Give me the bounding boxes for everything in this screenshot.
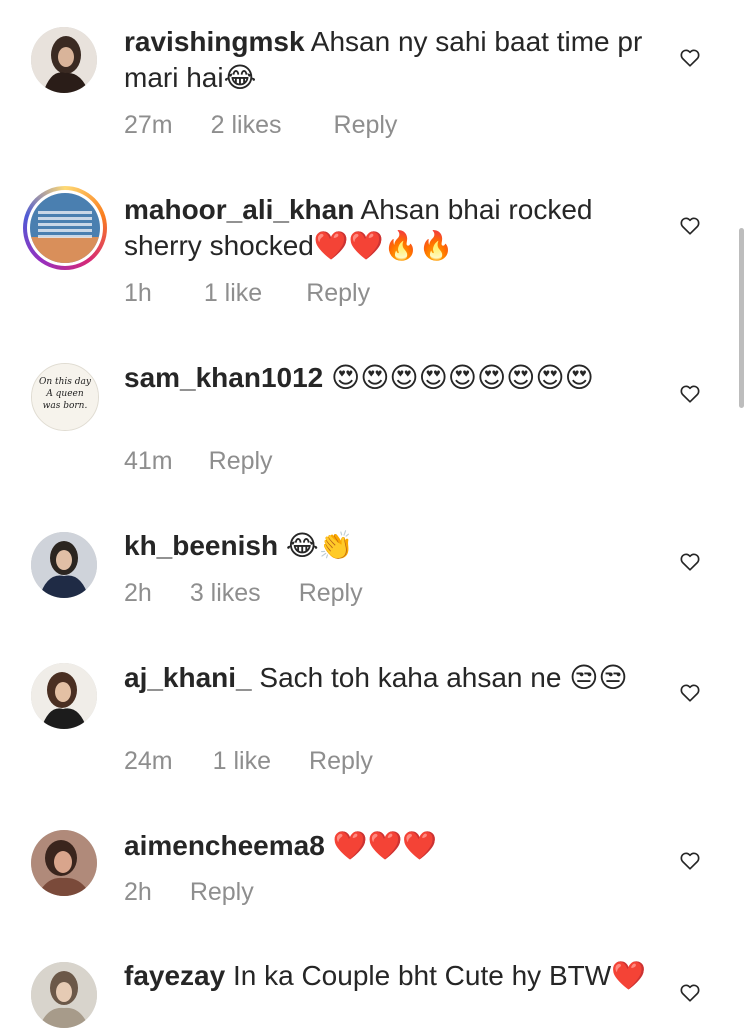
comment-username[interactable]: aj_khani_ [124, 662, 252, 693]
comment-meta: 41m Reply [124, 447, 273, 476]
comment-emoji: ❤️ [611, 959, 647, 992]
comment-time: 41m [124, 447, 173, 475]
heart-outline-icon[interactable] [679, 850, 701, 872]
comment-emoji: 😍😍😍😍😍😍😍😍😍 [331, 361, 594, 394]
comment-emoji: 😒😒 [569, 661, 628, 694]
reply-button[interactable]: Reply [209, 447, 273, 476]
comment-text: kh_beenish 😂👏 [124, 528, 664, 564]
comment-text: sam_khan1012 😍😍😍😍😍😍😍😍😍 [124, 360, 664, 396]
reply-button[interactable]: Reply [306, 279, 370, 308]
avatar[interactable] [31, 532, 97, 598]
comment-body [323, 362, 331, 393]
avatar[interactable] [23, 186, 107, 270]
reply-button[interactable]: Reply [190, 878, 254, 907]
comment-text: mahoor_ali_khan Ahsan bhai rocked sherry… [124, 192, 664, 264]
avatar[interactable] [31, 962, 97, 1028]
comment-text: aj_khani_ Sach toh kaha ahsan ne 😒😒 [124, 660, 664, 696]
avatar[interactable] [31, 830, 97, 896]
heart-outline-icon[interactable] [679, 551, 701, 573]
comment-body [278, 530, 286, 561]
comment-meta: 2h Reply [124, 878, 254, 907]
comment-time: 2h [124, 878, 152, 906]
comment-emoji: 😂 [223, 61, 257, 94]
heart-outline-icon[interactable] [679, 682, 701, 704]
heart-outline-icon[interactable] [679, 215, 701, 237]
reply-button[interactable]: Reply [309, 747, 373, 776]
comment-time: 1h [124, 279, 152, 307]
avatar-text: On this day [39, 377, 92, 387]
comment-text: aimencheema8 ❤️❤️❤️ [124, 828, 664, 864]
comment-likes[interactable]: 3 likes [190, 579, 261, 608]
comment-emoji: 😂👏 [285, 529, 354, 562]
comment-likes[interactable]: 2 likes [211, 111, 282, 140]
comment-meta: 24m 1 like Reply [124, 747, 373, 776]
comment-body: Sach toh kaha ahsan ne [251, 662, 570, 693]
reply-button[interactable]: Reply [299, 579, 363, 608]
avatar[interactable] [31, 27, 97, 93]
comment-time: 24m [124, 747, 173, 775]
comment-time: 2h [124, 579, 152, 607]
heart-outline-icon[interactable] [679, 383, 701, 405]
comment-body [325, 830, 333, 861]
comment-username[interactable]: aimencheema8 [124, 830, 325, 861]
comment-body: In ka Couple bht Cute hy BTW [225, 960, 612, 991]
avatar-text: was born. [43, 401, 88, 411]
avatar-text: A queen [45, 389, 84, 399]
comment-text: ravishingmsk Ahsan ny sahi baat time pr … [124, 24, 664, 96]
comment-username[interactable]: fayezay [124, 960, 225, 991]
comment-emoji: ❤️❤️❤️ [332, 829, 438, 862]
comment-username[interactable]: sam_khan1012 [124, 362, 323, 393]
comment-meta: 1h 1 like Reply [124, 279, 370, 308]
comment-emoji: ❤️❤️🔥🔥 [313, 229, 454, 262]
reply-button[interactable]: Reply [334, 111, 398, 140]
comment-text: fayezay In ka Couple bht Cute hy BTW❤️ [124, 958, 664, 994]
comment-meta: 27m 2 likes Reply [124, 111, 397, 140]
comment-username[interactable]: ravishingmsk [124, 26, 305, 57]
heart-outline-icon[interactable] [679, 982, 701, 1004]
comment-likes[interactable]: 1 like [204, 279, 262, 308]
comment-likes[interactable]: 1 like [213, 747, 271, 776]
scrollbar[interactable] [739, 228, 744, 408]
avatar[interactable]: On this day A queen was born. [31, 363, 99, 431]
heart-outline-icon[interactable] [679, 47, 701, 69]
comment-username[interactable]: mahoor_ali_khan [124, 194, 354, 225]
avatar[interactable] [31, 663, 97, 729]
comment-time: 27m [124, 111, 173, 139]
comment-username[interactable]: kh_beenish [124, 530, 278, 561]
comment-meta: 2h 3 likes Reply [124, 579, 363, 608]
